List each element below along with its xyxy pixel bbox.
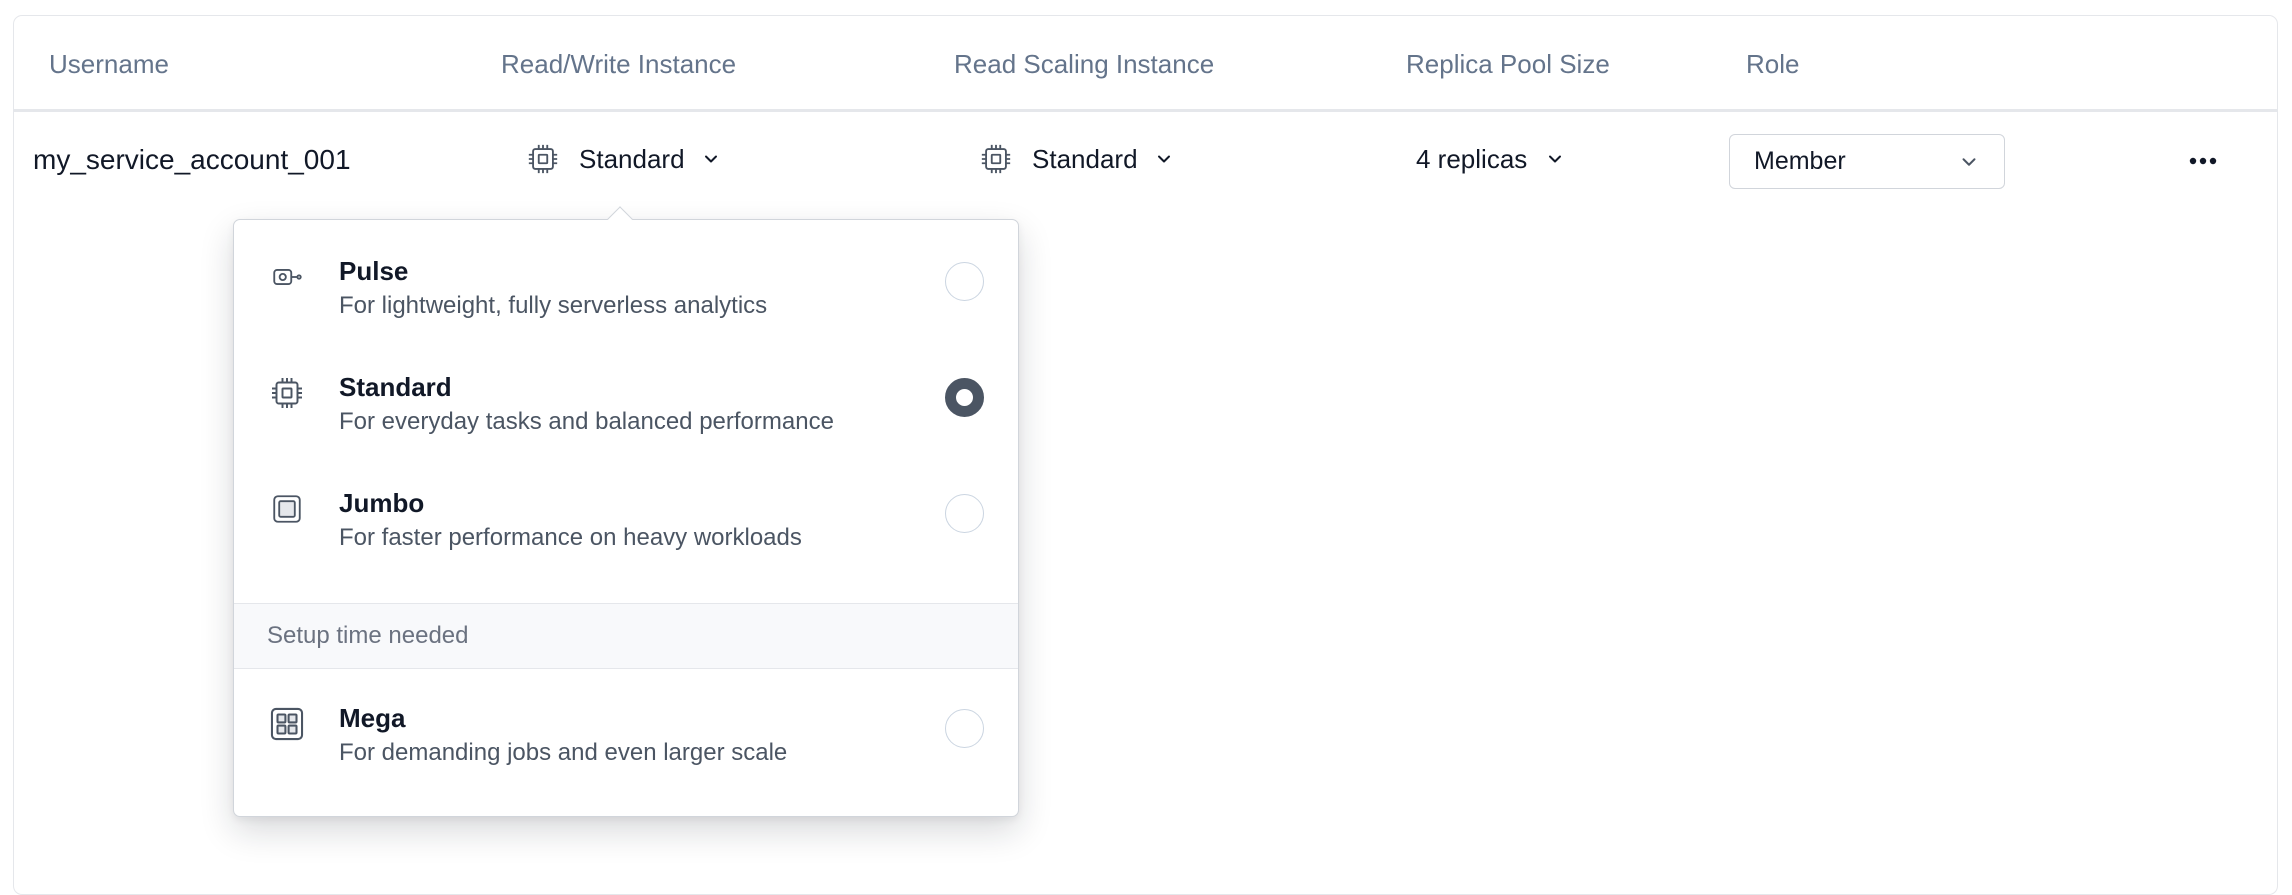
role-select[interactable]: Member: [1729, 134, 2005, 189]
column-header-username: Username: [49, 49, 169, 79]
read-write-instance-select[interactable]: Standard: [525, 138, 723, 180]
option-title: Pulse: [339, 256, 409, 286]
pulse-icon: [268, 258, 306, 296]
option-radio[interactable]: [945, 709, 984, 748]
instance-type-dropdown: Pulse For lightweight, fully serverless …: [233, 206, 1019, 817]
instance-option-mega[interactable]: Mega For demanding jobs and even larger …: [234, 667, 1018, 783]
read-scaling-instance-label: Standard: [1032, 143, 1138, 174]
option-description: For everyday tasks and balanced performa…: [339, 408, 834, 435]
read-scaling-instance-select[interactable]: Standard: [978, 138, 1176, 180]
option-title: Mega: [339, 703, 406, 733]
column-header-read-scaling-instance: Read Scaling Instance: [954, 49, 1215, 79]
ellipsis-icon: [2189, 157, 2217, 165]
replica-pool-size-label: 4 replicas: [1416, 143, 1528, 174]
chevron-down-icon: [1545, 148, 1567, 170]
option-radio[interactable]: [945, 494, 984, 533]
table-header: Username Read/Write Instance Read Scalin…: [14, 16, 2277, 112]
instance-option-standard[interactable]: Standard For everyday tasks and balanced…: [234, 336, 1018, 452]
read-write-instance-label: Standard: [579, 143, 685, 174]
chevron-down-icon: [701, 148, 723, 170]
chevron-down-icon: [1154, 148, 1176, 170]
column-header-role: Role: [1746, 49, 1800, 79]
option-title: Jumbo: [339, 488, 425, 518]
section-label: Setup time needed: [267, 622, 469, 649]
jumbo-icon: [268, 490, 306, 528]
option-description: For lightweight, fully serverless analyt…: [339, 292, 768, 319]
option-radio-selected[interactable]: [945, 378, 984, 417]
chevron-down-icon: [1958, 151, 1980, 173]
option-title: Standard: [339, 372, 452, 402]
role-label: Member: [1754, 147, 1846, 175]
setup-time-section-header: Setup time needed: [234, 603, 1018, 669]
chip-icon: [978, 141, 1014, 177]
grid-icon: [268, 705, 306, 743]
option-radio[interactable]: [945, 262, 984, 301]
option-description: For faster performance on heavy workload…: [339, 524, 802, 551]
username-cell: my_service_account_001: [33, 144, 351, 175]
replica-pool-size-select[interactable]: 4 replicas: [1416, 138, 1567, 180]
row-actions-button[interactable]: [2183, 146, 2223, 176]
instance-option-jumbo[interactable]: Jumbo For faster performance on heavy wo…: [234, 452, 1018, 568]
column-header-read-write-instance: Read/Write Instance: [501, 49, 737, 79]
chip-icon: [525, 141, 561, 177]
column-header-replica-pool-size: Replica Pool Size: [1406, 49, 1610, 79]
instance-option-pulse[interactable]: Pulse For lightweight, fully serverless …: [234, 220, 1018, 336]
chip-icon: [268, 374, 306, 412]
option-description: For demanding jobs and even larger scale: [339, 739, 788, 766]
